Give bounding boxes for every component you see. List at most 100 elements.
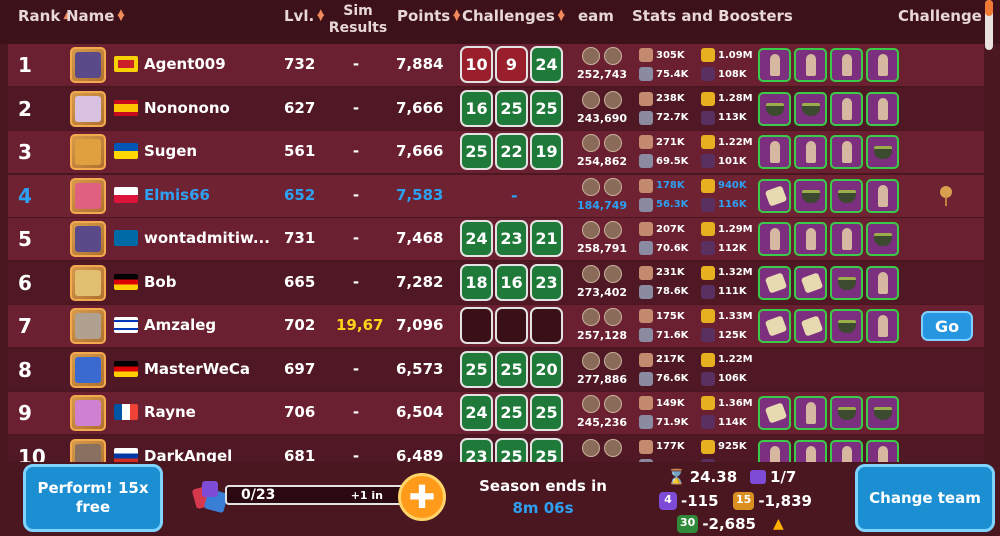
booster-slot[interactable]	[866, 265, 899, 300]
booster-slot[interactable]	[830, 91, 863, 126]
avatar[interactable]	[70, 221, 106, 257]
booster-slot[interactable]	[830, 178, 863, 213]
sort-icon[interactable]: ▲▼	[558, 9, 565, 23]
table-row[interactable]: 9 Rayne 706-6,504 24 25 25 245,236 149K 1.36M…	[8, 392, 984, 434]
table-row[interactable]: 7 Amzaleg 702 19,67 7,096 257,128 175K 1.33M…	[8, 305, 984, 347]
scrollbar[interactable]	[985, 0, 993, 50]
booster-slot[interactable]	[794, 135, 827, 169]
booster-slot[interactable]	[794, 396, 827, 430]
avatar[interactable]	[70, 351, 106, 388]
booster-slot[interactable]	[794, 222, 827, 256]
booster-slot[interactable]	[830, 309, 863, 343]
booster-slot[interactable]	[866, 48, 899, 82]
challenges-header[interactable]: Challenges ▲ ▼	[462, 7, 565, 25]
table-row[interactable]: 2 Nononono 627-7,666 16 25 25 243,690 238K 1.…	[8, 87, 984, 130]
booster-slot[interactable]	[758, 91, 791, 126]
booster-icon	[842, 54, 852, 76]
rank-header[interactable]: Rank ▲	[18, 7, 70, 25]
attack-stat: 231K	[639, 265, 685, 280]
country-flag-icon	[114, 317, 138, 333]
sim-results-header[interactable]: Sim Results	[329, 3, 387, 37]
booster-slot[interactable]	[758, 396, 791, 430]
booster-slot[interactable]	[830, 48, 863, 82]
avatar[interactable]	[70, 90, 106, 127]
booster-icon	[806, 141, 816, 163]
table-row[interactable]: 3 Sugen 561 - 7,666 25 22 19 254,862 271K 1.22M…	[8, 131, 984, 173]
harmony-stat: 108K	[701, 67, 747, 81]
avatar[interactable]	[70, 47, 106, 83]
perform-button[interactable]: Perform! 15x free	[23, 464, 163, 532]
name-header[interactable]: Name ▲ ▼	[66, 7, 124, 25]
booster-slot[interactable]	[758, 222, 791, 256]
booster-slot[interactable]	[830, 135, 863, 169]
player-name[interactable]: Bob	[144, 273, 176, 291]
avatar[interactable]	[70, 438, 106, 462]
player-name[interactable]: Amzaleg	[144, 316, 216, 334]
booster-slot[interactable]	[866, 309, 899, 343]
player-name[interactable]: DarkAngel	[144, 447, 232, 463]
challenge-header[interactable]: Challenge▲▼	[898, 7, 992, 25]
stats-cell: 207K 1.29M 70.6K 112K	[633, 220, 753, 258]
booster-slot[interactable]	[794, 178, 827, 213]
tier-4-result: 4 -115	[659, 492, 719, 510]
booster-slot[interactable]	[866, 178, 899, 213]
scrollbar-thumb[interactable]	[985, 0, 993, 16]
table-row[interactable]: 4 Elmis66 652 - 7,583 - 184,749 178K 940K 56.…	[8, 174, 984, 217]
booster-icon	[842, 445, 852, 462]
sort-icon[interactable]: ▲▼	[317, 9, 324, 23]
booster-slot[interactable]	[866, 222, 899, 256]
player-name[interactable]: wontadmitiw...	[144, 229, 270, 247]
booster-slot[interactable]	[830, 265, 863, 300]
booster-slot[interactable]	[758, 48, 791, 82]
table-row[interactable]: 6 Bob 665 - 7,282 18 16 23 273,402 231K 1.32M 7…	[8, 261, 984, 304]
avatar[interactable]	[70, 134, 106, 170]
player-name[interactable]: Nononono	[144, 99, 230, 117]
avatar[interactable]	[70, 177, 106, 214]
team-icon	[604, 438, 622, 457]
table-row[interactable]: 10 DarkAngel 681-6,489 23 25 25 177K 925K	[8, 435, 984, 463]
booster-slot[interactable]	[758, 178, 791, 213]
player-name[interactable]: Elmis66	[144, 186, 210, 204]
table-row[interactable]: 1 Agent009 732 - 7,884 10 9 24 252,743 305K 1.0…	[8, 44, 984, 86]
points-header[interactable]: Points ▲ ▼	[397, 7, 460, 25]
table-row[interactable]: 8 MasterWeCa 697-6,573 25 25 20 277,886 217K …	[8, 348, 984, 391]
booster-icon	[878, 54, 888, 76]
lvl-header[interactable]: Lvl. ▲ ▼	[284, 7, 324, 25]
booster-slot[interactable]	[794, 439, 827, 462]
change-team-button[interactable]: Change team	[855, 464, 995, 532]
team-icon	[582, 90, 600, 109]
booster-slot[interactable]	[866, 135, 899, 169]
booster-slot[interactable]	[794, 91, 827, 126]
player-name[interactable]: Rayne	[144, 403, 196, 421]
booster-slot[interactable]	[758, 135, 791, 169]
avatar[interactable]	[70, 264, 106, 301]
pin-icon[interactable]	[938, 185, 954, 207]
sort-icon[interactable]: ▲▼	[453, 9, 460, 23]
booster-slot[interactable]	[830, 439, 863, 462]
player-name[interactable]: MasterWeCa	[144, 360, 250, 378]
go-challenge-button[interactable]: Go	[921, 311, 973, 341]
booster-slot[interactable]	[794, 265, 827, 300]
player-name[interactable]: Agent009	[144, 55, 226, 73]
booster-slot[interactable]	[758, 265, 791, 300]
shield-icon	[639, 197, 653, 212]
booster-slot[interactable]	[830, 396, 863, 430]
challenge-score: 23	[495, 220, 528, 257]
booster-icon	[842, 97, 852, 120]
rank-up-icon: ▲	[773, 516, 784, 532]
booster-slot[interactable]	[866, 396, 899, 430]
booster-slot[interactable]	[794, 48, 827, 82]
booster-slot[interactable]	[830, 222, 863, 256]
add-energy-button[interactable]: ✚	[398, 473, 446, 521]
booster-slot[interactable]	[758, 309, 791, 343]
booster-slot[interactable]	[794, 309, 827, 343]
table-row[interactable]: 5 wontadmitiw... 731 - 7,468 24 23 21 258,791 2…	[8, 218, 984, 260]
avatar[interactable]	[70, 395, 106, 431]
booster-slot[interactable]	[866, 91, 899, 126]
booster-icon	[842, 141, 852, 163]
booster-slot[interactable]	[758, 439, 791, 462]
avatar[interactable]	[70, 308, 106, 344]
sort-icon[interactable]: ▲▼	[117, 9, 124, 23]
booster-slot[interactable]	[866, 439, 899, 462]
player-name[interactable]: Sugen	[144, 142, 197, 160]
